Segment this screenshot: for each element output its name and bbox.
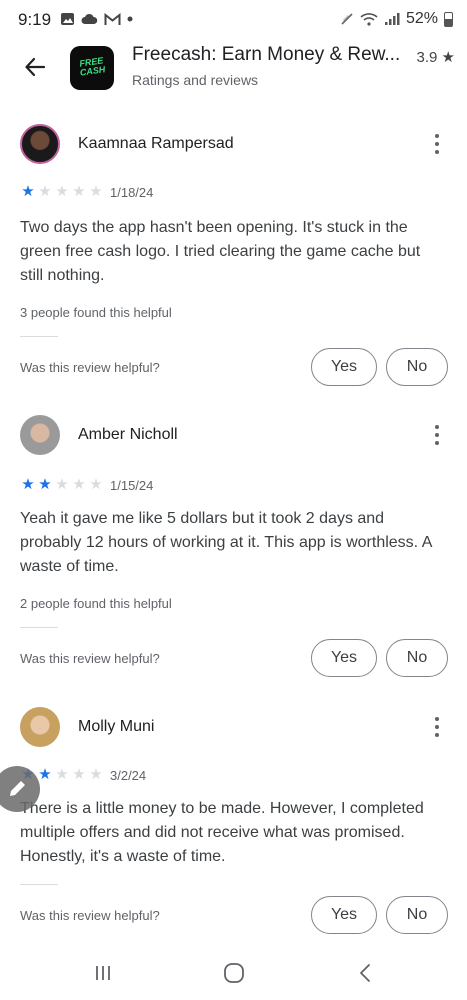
app-header: FREE CASH Freecash: Earn Money & Rew... … (0, 40, 467, 110)
yes-button[interactable]: Yes (311, 896, 377, 934)
star-rating: ★★★★★ (20, 184, 104, 200)
star-filled-icon: ★ (21, 476, 35, 493)
review-text: Yeah it gave me like 5 dollars but it to… (20, 510, 432, 575)
home-icon (224, 963, 244, 983)
arrow-left-icon (25, 57, 46, 77)
yes-button[interactable]: Yes (311, 348, 377, 386)
star-empty-icon: ★ (89, 766, 103, 783)
star-empty-icon: ★ (72, 183, 86, 200)
star-empty-icon: ★ (38, 183, 52, 200)
star-empty-icon: ★ (55, 766, 69, 783)
more-options-button[interactable] (428, 715, 446, 739)
dot-icon (127, 16, 133, 22)
helpful-question: Was this review helpful? (20, 908, 160, 923)
signal-icon (384, 13, 400, 25)
mute-icon (341, 13, 353, 25)
gallery-icon (61, 13, 74, 25)
recents-button[interactable] (88, 958, 118, 988)
avatar (20, 415, 60, 455)
helpful-question: Was this review helpful? (20, 360, 160, 375)
system-nav-bar (0, 946, 467, 1000)
review-date: 1/15/24 (110, 478, 154, 493)
back-button[interactable] (20, 52, 50, 82)
cloud-icon (81, 13, 98, 24)
avatar (20, 707, 60, 747)
review-date: 1/18/24 (110, 185, 154, 200)
app-icon: FREE CASH (70, 46, 114, 90)
star-empty-icon: ★ (55, 183, 69, 200)
wifi-icon (360, 13, 378, 26)
pencil-icon (10, 781, 25, 796)
review-card: Amber Nicholl ★ ★ ★ ★ ★ 1/15/24 Yeah it gave… (0, 411, 467, 691)
battery-percent: 52% (405, 10, 438, 27)
yes-button[interactable]: Yes (311, 639, 377, 677)
review-text: Two days the app hasn't been opening. It… (20, 219, 421, 284)
divider (20, 627, 58, 628)
divider (20, 336, 58, 337)
review-card: Kaamnaa Rampersad ★ ★ ★ ★ ★ 1/18/24 Two days… (0, 120, 467, 400)
star-filled-icon: ★ (38, 766, 52, 783)
star-filled-icon: ★ (21, 183, 35, 200)
reviewer-name: Molly Muni (78, 718, 155, 735)
more-options-button[interactable] (428, 423, 446, 447)
status-time: 9:19 (18, 10, 52, 29)
system-icons: 52% (340, 10, 453, 28)
helpful-count: 2 people found this helpful (20, 596, 172, 611)
star-rating: ★★★★★ (20, 477, 104, 493)
recents-icon (96, 966, 110, 980)
star-empty-icon: ★ (89, 183, 103, 200)
star-empty-icon: ★ (89, 476, 103, 493)
more-options-button[interactable] (428, 132, 446, 156)
app-rating: 3.9 ★ (416, 49, 455, 66)
app-title: Freecash: Earn Money & Rew... (132, 44, 401, 65)
helpful-question: Was this review helpful? (20, 651, 160, 666)
star-empty-icon: ★ (55, 476, 69, 493)
reviewer-name: Kaamnaa Rampersad (78, 135, 234, 152)
helpful-count: 3 people found this helpful (20, 305, 172, 320)
nav-back-button[interactable] (350, 958, 380, 988)
review-date: 3/2/24 (110, 768, 147, 783)
star-filled-icon: ★ (38, 476, 52, 493)
battery-icon (444, 11, 453, 27)
no-button[interactable]: No (386, 348, 448, 386)
review-card: Molly Muni ★★★★★ 3/2/24 There is a littl… (0, 703, 467, 943)
avatar (20, 124, 60, 164)
divider (20, 884, 58, 885)
reviewer-name: Amber Nicholl (78, 426, 178, 443)
status-bar: 9:19 52% (0, 0, 467, 40)
review-text: There is a little money to be made. Howe… (20, 800, 424, 865)
star-empty-icon: ★ (72, 766, 86, 783)
star-empty-icon: ★ (72, 476, 86, 493)
page-subtitle: Ratings and reviews (132, 72, 259, 88)
back-icon (360, 964, 370, 982)
gmail-icon (104, 12, 121, 25)
no-button[interactable]: No (386, 639, 448, 677)
no-button[interactable]: No (386, 896, 448, 934)
app-icon-label: FREE CASH (78, 55, 106, 78)
notification-icons (60, 12, 133, 26)
home-button[interactable] (219, 958, 249, 988)
